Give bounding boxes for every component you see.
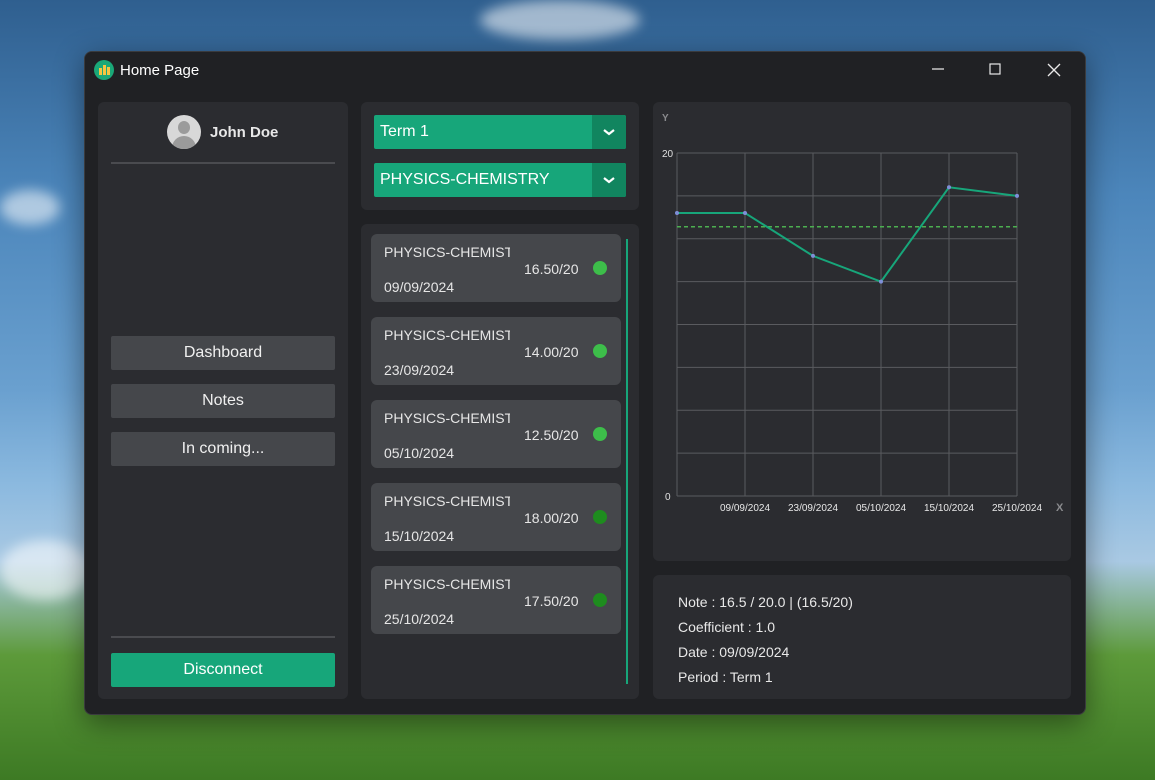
- bar-chart-icon: [94, 60, 114, 80]
- close-button[interactable]: [1025, 52, 1083, 88]
- coefficient-text: Coefficient : 1.0: [678, 619, 776, 635]
- in-coming-button[interactable]: In coming...: [111, 432, 335, 466]
- window-title: Home Page: [120, 62, 200, 79]
- x-tick-label: 15/10/2024: [924, 503, 974, 514]
- grade-date: 09/09/2024: [384, 279, 455, 295]
- app-window: Home Page John Doe Dashboard Notes In co…: [84, 51, 1086, 715]
- disconnect-button[interactable]: Disconnect: [111, 653, 335, 687]
- maximize-button[interactable]: [966, 52, 1024, 88]
- cloud: [0, 540, 90, 600]
- grade-date: 23/09/2024: [384, 362, 455, 378]
- grade-subject: PHYSICS-CHEMISTRY: [384, 244, 510, 260]
- status-dot: [593, 261, 607, 275]
- note-text: Note : 16.5 / 20.0 | (16.5/20): [678, 594, 853, 610]
- status-dot: [593, 510, 607, 524]
- minimize-icon: [932, 68, 944, 70]
- chevron-down-icon[interactable]: [592, 115, 626, 149]
- x-tick-label: 23/09/2024: [788, 503, 838, 514]
- term-select-value: Term 1: [380, 123, 429, 140]
- subject-select[interactable]: PHYSICS-CHEMISTRY: [374, 163, 626, 197]
- x-axis-label: X: [1056, 502, 1064, 514]
- grade-date: 05/10/2024: [384, 445, 455, 461]
- grade-card[interactable]: PHYSICS-CHEMISTRY 18.00/20 15/10/2024: [371, 483, 621, 551]
- grade-subject: PHYSICS-CHEMISTRY: [384, 410, 510, 426]
- data-point: [675, 211, 679, 216]
- cloud: [0, 190, 60, 225]
- grade-card[interactable]: PHYSICS-CHEMISTRY 16.50/20 09/09/2024: [371, 234, 621, 302]
- notes-button[interactable]: Notes: [111, 384, 335, 418]
- x-tick-label: 25/10/2024: [992, 503, 1042, 514]
- status-dot: [593, 593, 607, 607]
- maximize-icon: [989, 63, 1001, 75]
- grades-line-chart: 09/09/2024 23/09/2024 05/10/2024 15/10/2024…: [662, 113, 1064, 514]
- data-point: [947, 185, 951, 190]
- avatar: [167, 115, 201, 149]
- chart-panel: 09/09/2024 23/09/2024 05/10/2024 15/10/2024…: [653, 102, 1071, 561]
- x-tick-label: 09/09/2024: [720, 503, 770, 514]
- grade-card[interactable]: PHYSICS-CHEMISTRY 17.50/20 25/10/2024: [371, 566, 621, 634]
- status-dot: [593, 344, 607, 358]
- grade-card[interactable]: PHYSICS-CHEMISTRY 12.50/20 05/10/2024: [371, 400, 621, 468]
- details-panel: Note : 16.5 / 20.0 | (16.5/20) Coefficie…: [653, 575, 1071, 699]
- grade-value: 12.50/20: [524, 427, 579, 443]
- close-icon: [1047, 63, 1061, 77]
- subject-select-value: PHYSICS-CHEMISTRY: [380, 171, 550, 188]
- data-point: [743, 211, 747, 216]
- grade-value: 18.00/20: [524, 510, 579, 526]
- grade-card[interactable]: PHYSICS-CHEMISTRY 14.00/20 23/09/2024: [371, 317, 621, 385]
- date-text: Date : 09/09/2024: [678, 644, 790, 660]
- data-point: [879, 279, 883, 284]
- series-line: [677, 186, 1018, 283]
- divider: [111, 636, 335, 638]
- grade-subject: PHYSICS-CHEMISTRY: [384, 576, 510, 592]
- title-bar[interactable]: Home Page: [85, 52, 1085, 88]
- y-axis-label: Y: [662, 113, 669, 124]
- username: John Doe: [210, 124, 279, 141]
- grade-value: 14.00/20: [524, 344, 579, 360]
- data-point: [811, 253, 815, 258]
- dashboard-button[interactable]: Dashboard: [111, 336, 335, 370]
- status-dot: [593, 427, 607, 441]
- minimize-button[interactable]: [909, 52, 967, 88]
- grade-date: 15/10/2024: [384, 528, 455, 544]
- sidebar: John Doe Dashboard Notes In coming... Di…: [98, 102, 348, 699]
- data-point: [1015, 193, 1019, 198]
- grade-value: 16.50/20: [524, 261, 579, 277]
- divider: [111, 162, 335, 164]
- term-select[interactable]: Term 1: [374, 115, 626, 149]
- y-tick-label: 20: [662, 149, 674, 160]
- y-tick-label: 0: [665, 492, 671, 503]
- chevron-down-icon[interactable]: [592, 163, 626, 197]
- x-tick-label: 05/10/2024: [856, 503, 906, 514]
- scrollbar[interactable]: [626, 239, 628, 684]
- filters-panel: Term 1 PHYSICS-CHEMISTRY: [361, 102, 639, 210]
- grade-subject: PHYSICS-CHEMISTRY: [384, 493, 510, 509]
- grade-subject: PHYSICS-CHEMISTRY: [384, 327, 510, 343]
- grade-date: 25/10/2024: [384, 611, 455, 627]
- grade-value: 17.50/20: [524, 593, 579, 609]
- period-text: Period : Term 1: [678, 669, 773, 685]
- cloud: [480, 0, 640, 40]
- grades-list-panel: PHYSICS-CHEMISTRY 16.50/20 09/09/2024 PH…: [361, 224, 639, 699]
